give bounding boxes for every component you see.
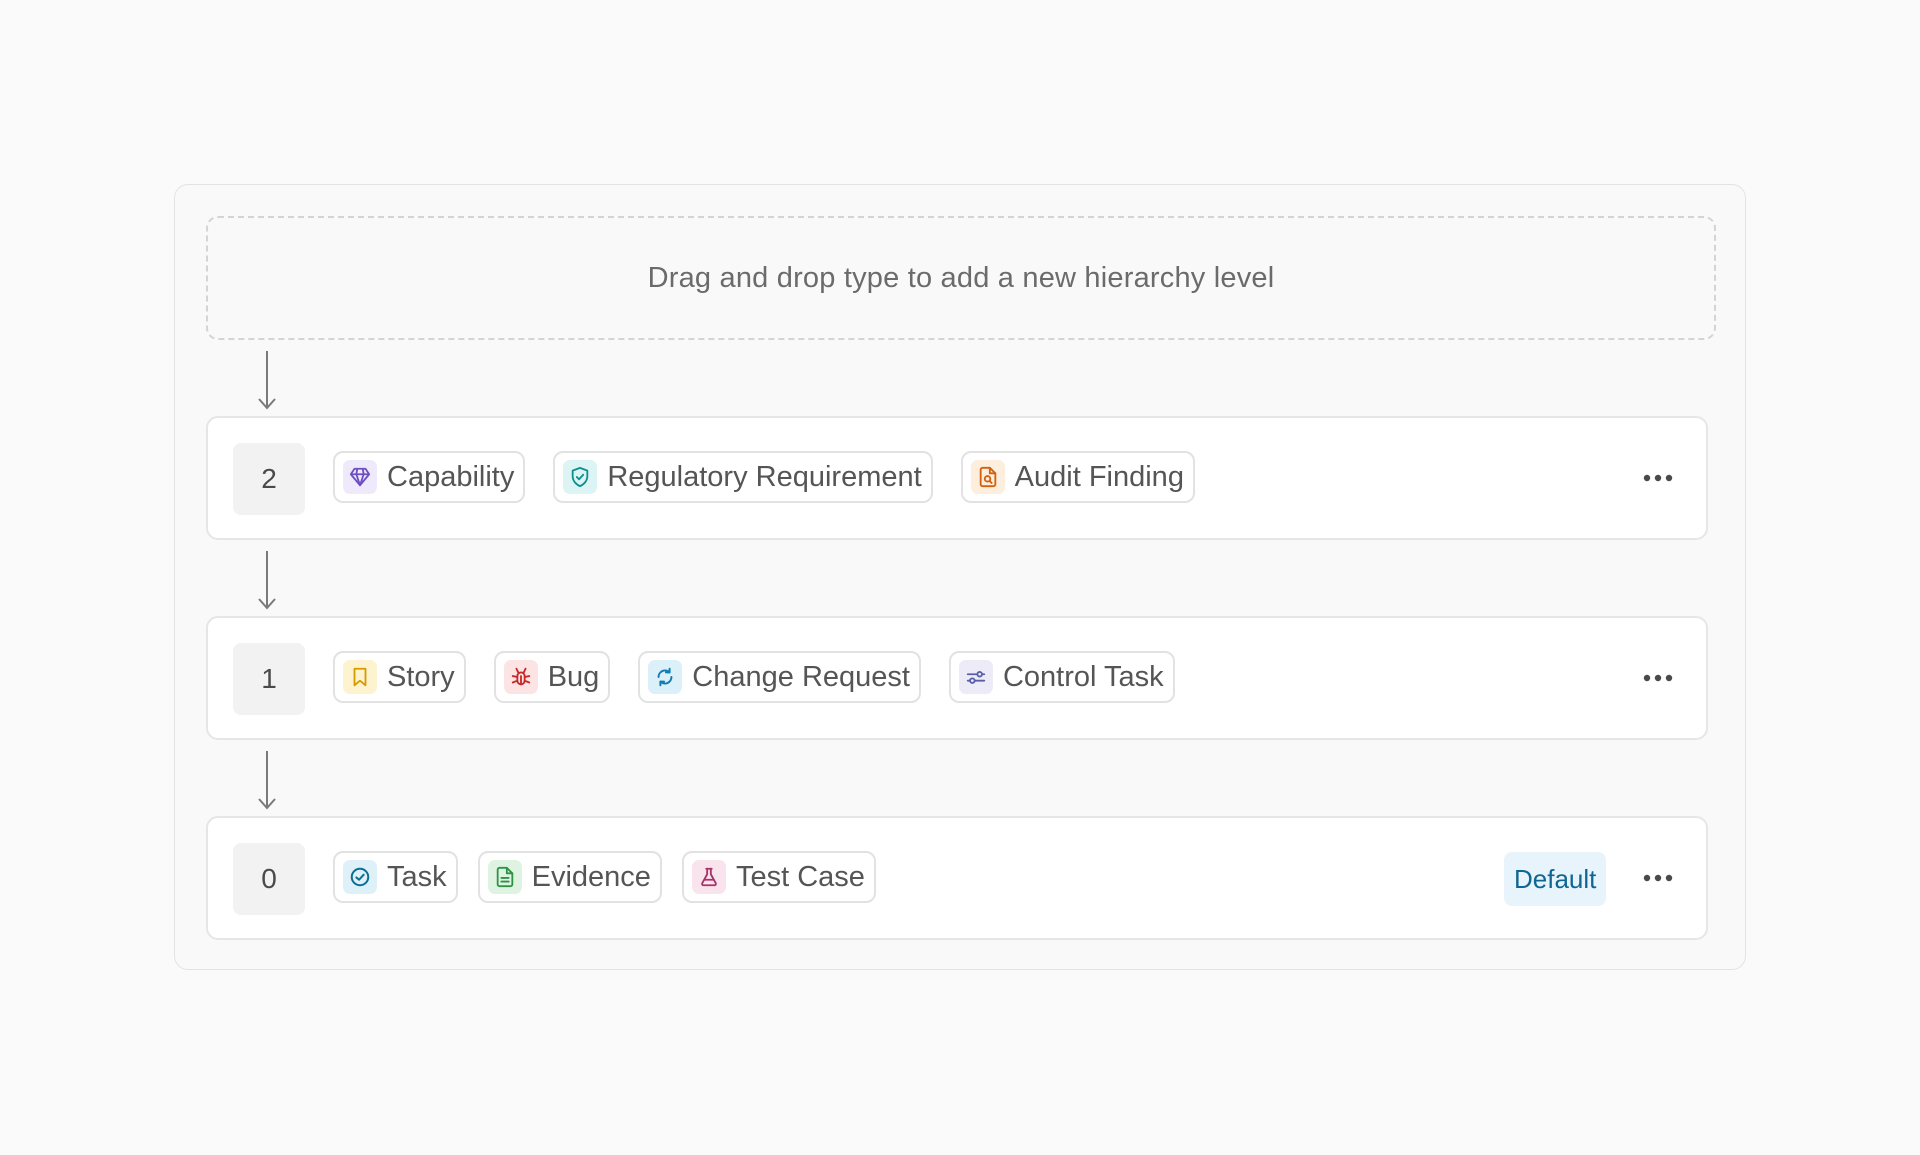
file-text-icon: [487, 860, 522, 894]
level-number: 0: [233, 843, 305, 915]
chip-label: Capability: [387, 460, 515, 493]
more-horizontal-icon: [1643, 874, 1673, 882]
new-level-dropzone[interactable]: Drag and drop type to add a new hierarch…: [206, 216, 1716, 340]
chip-label: Change Request: [692, 660, 910, 693]
default-badge: Default: [1504, 852, 1607, 906]
more-horizontal-icon: [1643, 474, 1673, 482]
more-options-button[interactable]: [1636, 656, 1680, 700]
chip-label: Audit Finding: [1014, 460, 1184, 493]
dropzone-text: Drag and drop type to add a new hierarch…: [647, 261, 1275, 294]
chip-label: Test Case: [735, 860, 865, 893]
level-number: 1: [233, 643, 305, 715]
shield-check-icon: [563, 460, 598, 494]
bookmark-icon: [343, 660, 377, 694]
chip-label: Story: [387, 660, 455, 693]
arrow-down-icon: [258, 751, 276, 810]
hierarchy-level-0: 0 Task Evidence Test Case Default: [206, 816, 1708, 940]
type-chip-story[interactable]: Story: [333, 651, 466, 703]
type-chip-regulatory-requirement[interactable]: Regulatory Requirement: [553, 451, 933, 503]
chip-label: Regulatory Requirement: [607, 460, 922, 493]
more-options-button[interactable]: [1636, 856, 1680, 900]
type-chip-task[interactable]: Task: [333, 851, 458, 903]
hierarchy-panel: Drag and drop type to add a new hierarch…: [174, 184, 1746, 970]
more-options-button[interactable]: [1636, 456, 1680, 500]
check-circle-icon: [343, 860, 377, 894]
arrow-down-icon: [258, 351, 276, 410]
sliders-icon: [958, 660, 993, 694]
type-chip-bug[interactable]: Bug: [493, 651, 611, 703]
file-search-icon: [970, 460, 1005, 494]
flask-icon: [691, 860, 726, 894]
type-chip-audit-finding[interactable]: Audit Finding: [960, 451, 1195, 503]
chip-label: Evidence: [531, 860, 651, 893]
chip-label: Control Task: [1002, 660, 1164, 693]
level-number: 2: [233, 443, 305, 515]
bug-icon: [503, 660, 538, 694]
chip-label: Task: [387, 860, 447, 893]
type-chip-change-request[interactable]: Change Request: [638, 651, 921, 703]
hierarchy-level-1: 1 Story Bug Change Request Control Task: [206, 616, 1708, 740]
chip-label: Bug: [547, 660, 600, 693]
diamond-icon: [343, 460, 377, 494]
more-horizontal-icon: [1643, 674, 1673, 682]
hierarchy-level-2: 2 Capability Regulatory Requirement Audi…: [206, 416, 1708, 540]
type-chip-test-case[interactable]: Test Case: [681, 851, 876, 903]
type-chip-evidence[interactable]: Evidence: [477, 851, 662, 903]
type-chip-control-task[interactable]: Control Task: [948, 651, 1175, 703]
arrow-down-icon: [258, 551, 276, 610]
type-chip-capability[interactable]: Capability: [333, 451, 526, 503]
refresh-icon: [648, 660, 683, 694]
